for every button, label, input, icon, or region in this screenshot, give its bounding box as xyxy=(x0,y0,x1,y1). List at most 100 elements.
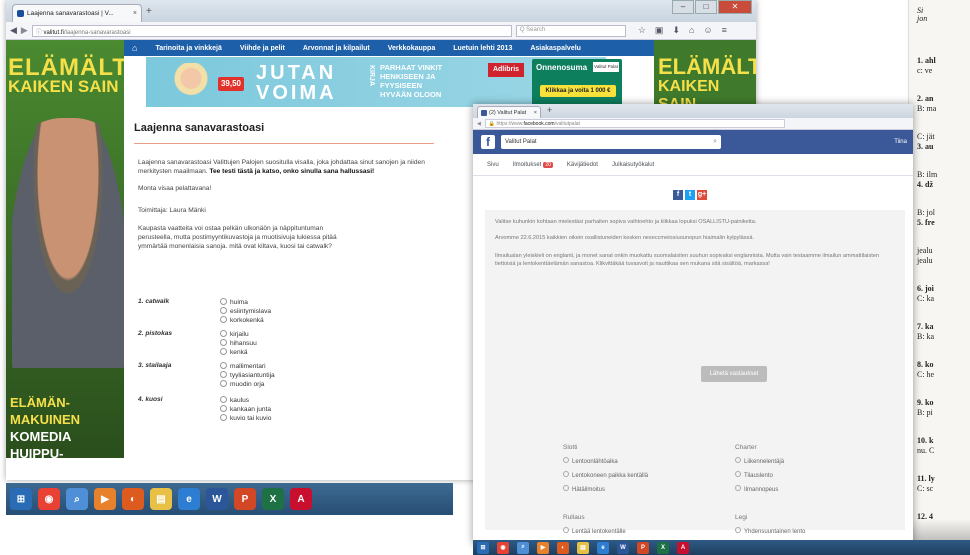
valitut-palat-logo: Valitut Palat xyxy=(593,62,619,72)
answer-option[interactable]: Hätäilmoitus xyxy=(563,485,648,493)
quiz-option-radio[interactable]: korkokenkä xyxy=(220,316,264,324)
back-icon[interactable]: ◀ xyxy=(10,25,17,36)
start-icon[interactable]: ⊞ xyxy=(477,541,489,554)
page-tab-2[interactable]: Kävijätiedot xyxy=(567,162,598,168)
facebook-logo-icon[interactable]: f xyxy=(481,135,495,149)
paper-line: c: ve xyxy=(917,66,933,75)
onnenosuma-ad[interactable]: Onnenosuma Valitut Palat Klikkaa ja voit… xyxy=(532,59,622,105)
quiz-option-radio[interactable]: kuvio tai kuvio xyxy=(220,414,271,422)
acrobat-icon[interactable]: A xyxy=(677,541,689,554)
quiz-option-radio[interactable]: kaulus xyxy=(220,396,249,404)
word-icon[interactable]: W xyxy=(206,488,228,510)
tab-laajenna[interactable]: Laajenna sanavarastoasi | V... × xyxy=(12,4,142,22)
maximize-button[interactable]: □ xyxy=(695,0,717,14)
onni-cta-button[interactable]: Klikkaa ja voita 1 000 € xyxy=(540,85,616,97)
answer-option[interactable]: Yhdensuuntainen lento xyxy=(735,527,805,535)
media-player-icon[interactable]: ▶ xyxy=(537,541,549,554)
powerpoint-icon[interactable]: P xyxy=(637,541,649,554)
adlibris-logo[interactable]: Adlibris xyxy=(488,63,524,77)
fb-user-name[interactable]: Tiina xyxy=(894,139,907,145)
paper-line: 2. an xyxy=(917,94,934,103)
internet-explorer-icon[interactable]: e xyxy=(178,488,200,510)
site-nav-item[interactable]: Asiakaspalvelu xyxy=(530,45,581,52)
download-icon[interactable]: ⬇ xyxy=(672,25,680,36)
home-icon[interactable]: ⌂ xyxy=(132,43,137,53)
paper-line: B: jol xyxy=(917,208,936,217)
powerpoint-icon[interactable]: P xyxy=(234,488,256,510)
site-nav-item[interactable]: Tarinoita ja vinkkejä xyxy=(155,45,221,52)
answer-option[interactable]: Lentää lentokentälle xyxy=(563,527,626,535)
quiz-option-radio[interactable]: esiintymislava xyxy=(220,307,271,315)
start-icon[interactable]: ⊞ xyxy=(10,488,32,510)
page-tab-0[interactable]: Sivu xyxy=(487,162,499,168)
media-player-icon[interactable]: ▶ xyxy=(94,488,116,510)
quiz-option-radio[interactable]: mallimentari xyxy=(220,362,266,370)
site-nav-item[interactable]: Arvonnat ja kilpailut xyxy=(303,45,370,52)
reader-icon[interactable]: ▣ xyxy=(655,25,664,36)
facebook-share-icon[interactable]: f xyxy=(673,190,683,200)
poster-tag-line-3: KOMEDIA xyxy=(10,429,72,444)
chrome-icon[interactable]: ◉ xyxy=(38,488,60,510)
answer-option[interactable]: Lentokoneen paikka kentällä xyxy=(563,471,648,479)
file-explorer-icon[interactable]: ▤ xyxy=(577,541,589,554)
question-slotti: Slotti Lentoonlähtöaika Lentokoneen paik… xyxy=(563,444,648,499)
fb-new-tab-button[interactable]: + xyxy=(547,105,552,115)
search-input[interactable]: Q Search xyxy=(515,24,626,37)
quiz-option-radio[interactable]: huima xyxy=(220,298,248,306)
quiz-option-radio[interactable]: kirjailu xyxy=(220,330,249,338)
close-window-button[interactable]: ✕ xyxy=(718,0,752,14)
word-icon[interactable]: W xyxy=(617,541,629,554)
quiz-option-radio[interactable]: kankaan junta xyxy=(220,405,271,413)
fb-url-bar[interactable]: 🔒 https://www.facebook.com/valitutpalat xyxy=(484,119,785,128)
acrobat-icon[interactable]: A xyxy=(290,488,312,510)
submit-button[interactable]: Lähetä vastaukset xyxy=(701,366,767,382)
answer-option[interactable]: Tilauslento xyxy=(735,471,784,479)
answer-option[interactable]: Liikennelentäjä xyxy=(735,457,784,465)
site-nav-item[interactable]: Luetuin lehti 2013 xyxy=(453,45,512,52)
tab-close-icon[interactable]: × xyxy=(133,10,137,17)
quiz-option-radio[interactable]: tyyliasiantuntija xyxy=(220,371,275,379)
banner-title-1: JUTAN xyxy=(256,62,337,84)
new-tab-button[interactable]: + xyxy=(146,6,152,17)
internet-explorer-icon[interactable]: e xyxy=(597,541,609,554)
article-lead: Kaupasta vaatteita voi ostaa pelkän ulko… xyxy=(138,225,337,250)
poster-right-title: ELÄMÄLTÄ xyxy=(658,54,756,79)
fb-search-input[interactable]: Valitut Palat ⌕ xyxy=(501,135,721,149)
bookmark-star-icon[interactable]: ☆ xyxy=(638,25,646,36)
forward-icon[interactable]: ▶ xyxy=(21,25,28,36)
twitter-share-icon[interactable]: t xyxy=(685,190,695,200)
fb-tab-close-icon[interactable]: × xyxy=(534,110,537,116)
paper-heading-2: jon xyxy=(917,14,928,23)
url-bar[interactable]: ⓘ valitut.fi/laajenna-sanavarastoasi xyxy=(31,24,512,37)
excel-icon[interactable]: X xyxy=(262,488,284,510)
page-tab-1[interactable]: Ilmoitukset 20 xyxy=(512,161,553,168)
chrome-icon[interactable]: ◉ xyxy=(497,541,509,554)
excel-icon[interactable]: X xyxy=(657,541,669,554)
menu-icon[interactable]: ≡ xyxy=(722,25,727,36)
file-explorer-icon[interactable]: ▤ xyxy=(150,488,172,510)
answer-option[interactable]: Lentoonlähtöaika xyxy=(563,457,648,465)
paper-line: 1. ahl xyxy=(917,56,936,65)
firefox-icon[interactable]: ◐ xyxy=(557,541,569,554)
firefox-icon[interactable]: ◐ xyxy=(122,488,144,510)
googleplus-share-icon[interactable]: g+ xyxy=(697,190,707,200)
minimize-button[interactable]: – xyxy=(672,0,694,14)
tab-valitut-palat[interactable]: (2) Valitut Palat × xyxy=(477,106,541,118)
prize-text: Arvomme 22.6.2015 kaikkien oikein osalli… xyxy=(495,235,755,241)
site-nav-item[interactable]: Viihde ja pelit xyxy=(240,45,285,52)
search-icon[interactable]: ⌕ xyxy=(713,135,717,149)
site-nav-item[interactable]: Verkkokauppa xyxy=(388,45,435,52)
page-tab-label: Ilmoitukset xyxy=(512,161,542,168)
answer-option[interactable]: Ilmannopeus xyxy=(735,485,784,493)
quiz-option-radio[interactable]: kenkä xyxy=(220,348,248,356)
search-icon[interactable]: ⌕ xyxy=(517,541,529,554)
search-icon[interactable]: ⌕ xyxy=(66,488,88,510)
page-tab-3[interactable]: Julkaisutyökalut xyxy=(612,162,654,168)
home-icon[interactable]: ⌂ xyxy=(689,25,694,36)
poster-ad-left[interactable]: ELÄMÄLTÄ KAIKEN SAIN ELÄMÄN- MAKUINEN KO… xyxy=(6,40,124,458)
article-author: Toimittaja: Laura Mänki xyxy=(138,207,206,214)
fb-back-icon[interactable]: ◀ xyxy=(477,121,481,127)
quiz-option-radio[interactable]: muodin orja xyxy=(220,380,264,388)
quiz-option-radio[interactable]: hihansuu xyxy=(220,339,257,347)
account-icon[interactable]: ☺ xyxy=(703,25,712,36)
